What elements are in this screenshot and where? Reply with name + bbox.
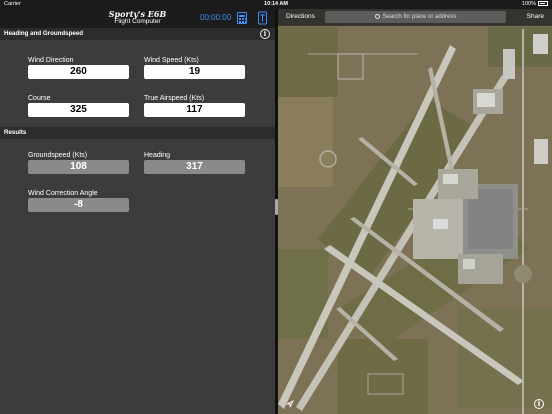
battery-indicator: 100% — [522, 1, 548, 7]
status-bar: Carrier 10:14 AM 100% — [0, 0, 552, 9]
e6b-panel: Sporty's E6B Flight Computer 00:00:00 He… — [0, 9, 275, 414]
groundspeed-result: Groundspeed (Kts) 108 — [28, 151, 129, 174]
directions-button[interactable]: Directions — [286, 13, 315, 20]
timer-button[interactable]: 00:00:00 — [200, 13, 231, 22]
field-label: Wind Direction — [28, 57, 74, 64]
field-value[interactable]: 117 — [144, 103, 245, 117]
field-value: 108 — [28, 160, 129, 174]
field-value[interactable]: 325 — [28, 103, 129, 117]
wind-correction-angle-result: Wind Correction Angle -8 — [28, 189, 129, 212]
section-title-results: Results — [4, 129, 27, 136]
field-label: Wind Speed (Kts) — [144, 57, 199, 64]
map-search-input[interactable]: Search for place or address — [325, 11, 506, 23]
map-toolbar: Directions Search for place or address S… — [278, 9, 552, 26]
clock: 10:14 AM — [264, 1, 288, 7]
satellite-map[interactable] — [278, 9, 552, 414]
section-title-inputs: Heading and Groundspeed — [4, 30, 84, 37]
heading-result: Heading 317 — [144, 151, 245, 174]
search-placeholder: Search for place or address — [382, 14, 457, 20]
calculator-icon[interactable] — [237, 12, 247, 24]
wind-direction-field[interactable]: Wind Direction 260 — [28, 56, 129, 79]
wind-gauge-icon[interactable] — [258, 11, 267, 25]
section-header-results: Results — [0, 127, 275, 139]
field-label: Groundspeed (Kts) — [28, 152, 88, 159]
app-subtitle: Flight Computer — [114, 18, 161, 25]
search-icon — [374, 13, 380, 19]
app-title: Sporty's E6B — [108, 9, 167, 19]
battery-icon — [538, 1, 548, 7]
map-info-icon[interactable]: i — [534, 399, 544, 409]
app-header: Sporty's E6B Flight Computer 00:00:00 — [0, 9, 275, 28]
course-field[interactable]: Course 325 — [28, 94, 129, 117]
info-icon[interactable]: i — [260, 29, 270, 39]
share-button[interactable]: Share — [527, 13, 544, 20]
true-airspeed-field[interactable]: True Airspeed (Kts) 117 — [144, 94, 245, 117]
location-arrow-icon[interactable] — [286, 400, 294, 408]
wind-speed-field[interactable]: Wind Speed (Kts) 19 — [144, 56, 245, 79]
field-value[interactable]: 260 — [28, 65, 129, 79]
field-label: Course — [28, 95, 51, 102]
section-header-inputs: Heading and Groundspeed i — [0, 28, 275, 40]
field-value[interactable]: 19 — [144, 65, 245, 79]
field-value: -8 — [28, 198, 129, 212]
field-label: Heading — [144, 152, 171, 159]
battery-percent: 100% — [521, 1, 536, 7]
field-label: Wind Correction Angle — [28, 190, 98, 197]
field-label: True Airspeed (Kts) — [144, 95, 205, 102]
field-value: 317 — [144, 160, 245, 174]
map-view[interactable]: Directions Search for place or address S… — [278, 9, 552, 414]
